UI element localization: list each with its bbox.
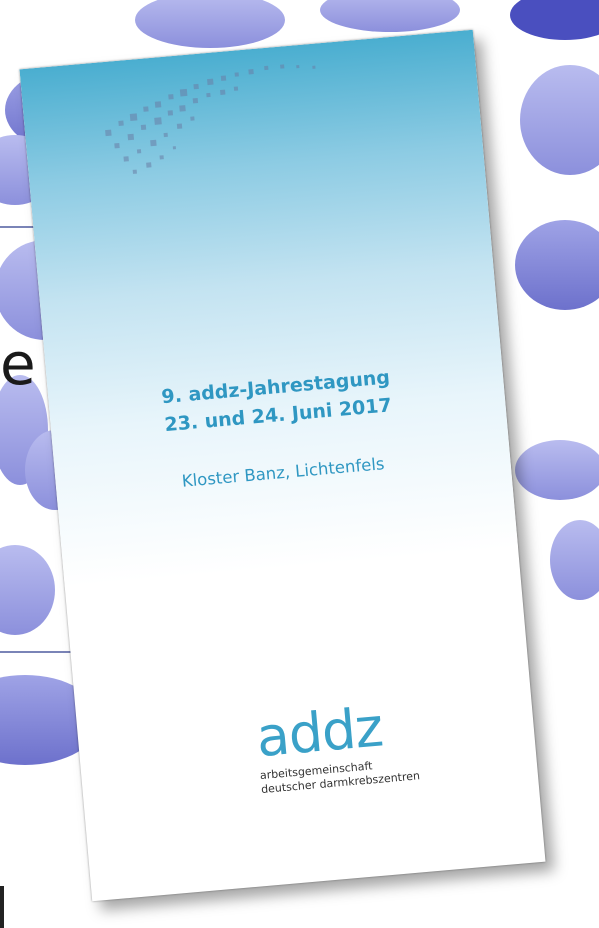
decor-oval — [520, 65, 599, 175]
decor-oval — [510, 0, 599, 40]
decor-rule — [0, 886, 4, 928]
decor-oval — [550, 520, 599, 600]
event-flyer: 9. addz-Jahrestagung 23. und 24. Juni 20… — [19, 29, 546, 902]
decor-oval — [515, 220, 599, 310]
decor-oval — [0, 375, 48, 485]
background-text-fragment: e — [0, 330, 36, 398]
decor-oval — [515, 440, 599, 500]
decor-oval — [0, 545, 55, 635]
decor-oval — [135, 0, 285, 48]
addz-logo: addz arbeitsgemeinschaft deutscher darmk… — [254, 692, 481, 796]
decor-oval — [320, 0, 460, 32]
